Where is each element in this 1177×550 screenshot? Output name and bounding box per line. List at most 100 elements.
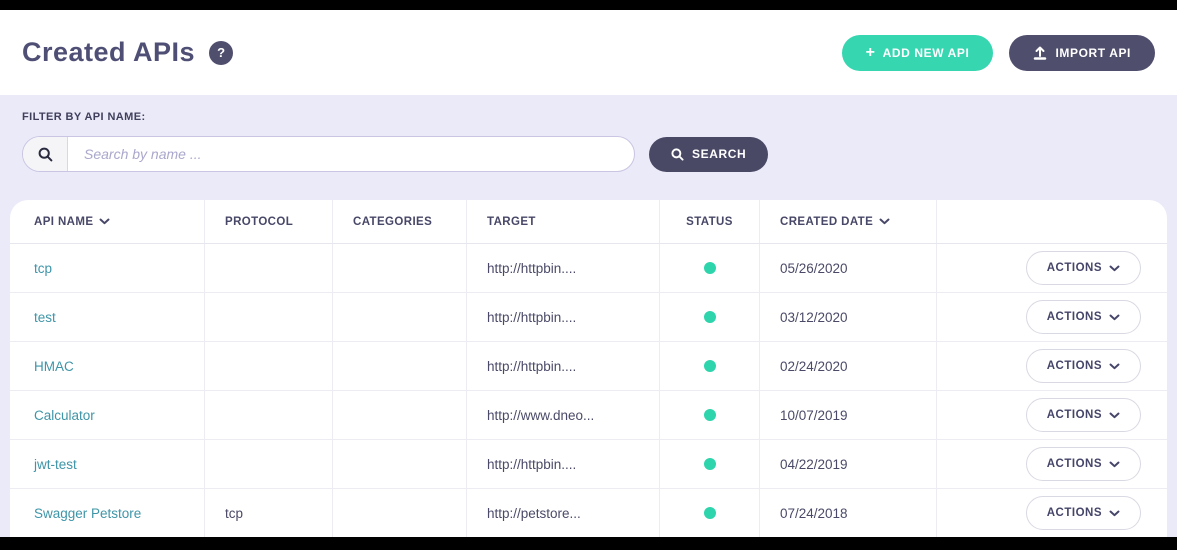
apis-table: API NAME PROTOCOL CATEGORIES TARGET STAT… [10,200,1167,537]
actions-button[interactable]: ACTIONS [1026,300,1141,334]
protocol-cell: tcp [204,489,332,537]
api-name-cell: test [10,293,204,341]
upload-icon [1033,46,1047,60]
categories-cell [332,489,466,537]
add-new-api-button[interactable]: + ADD NEW API [842,35,994,71]
status-cell [659,440,759,488]
chevron-down-icon [1109,363,1120,370]
protocol-cell [204,342,332,390]
api-name-link[interactable]: test [34,310,56,325]
page-title: Created APIs [22,37,195,68]
api-name-cell: Swagger Petstore [10,489,204,537]
status-cell [659,391,759,439]
status-active-dot [704,311,716,323]
table-body: tcp http://httpbin.... 05/26/2020 ACTION… [10,244,1167,537]
magnifier-icon [671,148,684,161]
chevron-down-icon [879,218,890,225]
add-new-api-label: ADD NEW API [883,46,970,60]
table-row: Swagger Petstore tcp http://petstore... … [10,489,1167,537]
page-background: Created APIs ? + ADD NEW API IMPORT API … [0,10,1177,537]
status-cell [659,342,759,390]
actions-button-label: ACTIONS [1047,311,1102,323]
actions-button[interactable]: ACTIONS [1026,447,1141,481]
table-row: tcp http://httpbin.... 05/26/2020 ACTION… [10,244,1167,293]
api-name-cell: jwt-test [10,440,204,488]
protocol-cell [204,244,332,292]
page-header: Created APIs ? + ADD NEW API IMPORT API [0,10,1177,95]
api-name-link[interactable]: Swagger Petstore [34,506,141,521]
chevron-down-icon [99,218,110,225]
protocol-cell [204,440,332,488]
api-name-link[interactable]: tcp [34,261,52,276]
search-icon [23,137,68,171]
chevron-down-icon [1109,412,1120,419]
table-row: test http://httpbin.... 03/12/2020 ACTIO… [10,293,1167,342]
search-input[interactable] [68,137,634,171]
chevron-down-icon [1109,314,1120,321]
created-date-cell: 04/22/2019 [759,440,936,488]
actions-button-label: ACTIONS [1047,458,1102,470]
api-name-link[interactable]: jwt-test [34,457,77,472]
column-header-created-date[interactable]: CREATED DATE [759,200,936,243]
api-name-cell: tcp [10,244,204,292]
status-active-dot [704,458,716,470]
actions-cell: ACTIONS [936,293,1167,341]
actions-button[interactable]: ACTIONS [1026,349,1141,383]
created-date-cell: 07/24/2018 [759,489,936,537]
status-cell [659,244,759,292]
help-icon[interactable]: ? [209,41,233,65]
actions-button-label: ACTIONS [1047,507,1102,519]
created-date-cell: 10/07/2019 [759,391,936,439]
search-button-label: SEARCH [692,147,746,161]
status-active-dot [704,262,716,274]
filter-section: FILTER BY API NAME: SEARC [0,95,1177,200]
created-date-cell: 02/24/2020 [759,342,936,390]
status-cell [659,489,759,537]
target-cell: http://httpbin.... [466,293,659,341]
actions-cell: ACTIONS [936,440,1167,488]
api-name-cell: Calculator [10,391,204,439]
status-active-dot [704,360,716,372]
categories-cell [332,293,466,341]
plus-icon: + [866,45,876,61]
api-name-cell: HMAC [10,342,204,390]
chevron-down-icon [1109,265,1120,272]
api-name-link[interactable]: Calculator [34,408,95,423]
actions-cell: ACTIONS [936,391,1167,439]
created-date-cell: 05/26/2020 [759,244,936,292]
search-input-group [22,136,635,172]
target-cell: http://httpbin.... [466,244,659,292]
search-button[interactable]: SEARCH [649,137,768,172]
filter-label: FILTER BY API NAME: [22,111,1155,123]
actions-cell: ACTIONS [936,489,1167,537]
status-active-dot [704,409,716,421]
actions-button[interactable]: ACTIONS [1026,496,1141,530]
protocol-cell [204,293,332,341]
table-row: jwt-test http://httpbin.... 04/22/2019 A… [10,440,1167,489]
actions-cell: ACTIONS [936,342,1167,390]
column-header-categories: CATEGORIES [332,200,466,243]
target-cell: http://petstore... [466,489,659,537]
column-header-target: TARGET [466,200,659,243]
actions-button-label: ACTIONS [1047,262,1102,274]
target-cell: http://httpbin.... [466,342,659,390]
categories-cell [332,391,466,439]
actions-button-label: ACTIONS [1047,360,1102,372]
actions-button[interactable]: ACTIONS [1026,398,1141,432]
import-api-label: IMPORT API [1055,46,1131,60]
categories-cell [332,244,466,292]
categories-cell [332,342,466,390]
actions-button-label: ACTIONS [1047,409,1102,421]
categories-cell [332,440,466,488]
api-name-link[interactable]: HMAC [34,359,74,374]
column-header-api-name[interactable]: API NAME [10,200,204,243]
actions-button[interactable]: ACTIONS [1026,251,1141,285]
status-active-dot [704,507,716,519]
column-header-actions [936,200,1167,243]
target-cell: http://httpbin.... [466,440,659,488]
target-cell: http://www.dneo... [466,391,659,439]
chevron-down-icon [1109,510,1120,517]
column-header-status: STATUS [659,200,759,243]
chevron-down-icon [1109,461,1120,468]
import-api-button[interactable]: IMPORT API [1009,35,1155,71]
